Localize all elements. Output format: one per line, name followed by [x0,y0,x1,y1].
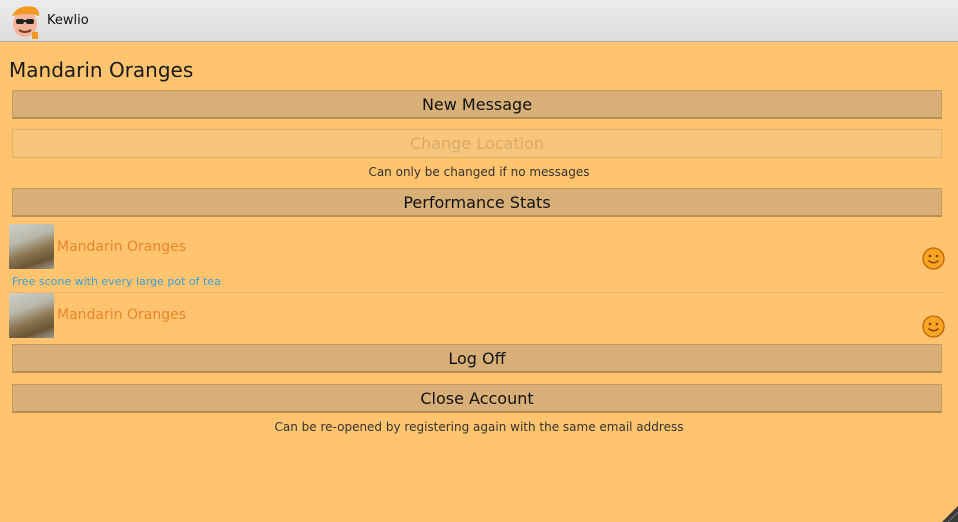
message-location: Mandarin Oranges [57,307,186,323]
change-location-button[interactable]: Change Location [12,129,942,158]
close-account-button[interactable]: Close Account [12,384,942,413]
new-message-button[interactable]: New Message [12,90,942,119]
close-account-hint: Can be re-opened by registering again wi… [274,420,684,434]
page-title: Mandarin Oranges [9,58,194,82]
smiley-icon [922,247,945,270]
message-thumbnail [9,224,54,269]
message-thumbnail [9,293,54,338]
smiley-icon [922,315,945,338]
change-location-hint: Can only be changed if no messages [368,165,590,179]
message-text: Free scone with every large pot of tea [12,275,221,288]
performance-stats-button[interactable]: Performance Stats [12,188,942,217]
resize-handle-icon[interactable] [938,502,958,522]
log-off-button[interactable]: Log Off [12,344,942,373]
message-location: Mandarin Oranges [57,239,186,255]
app-logo-icon [12,5,40,39]
list-divider [9,292,945,293]
title-bar: Kewlio [0,0,958,42]
main-content: Mandarin Oranges New Message Change Loca… [0,42,958,522]
app-title: Kewlio [47,13,89,28]
